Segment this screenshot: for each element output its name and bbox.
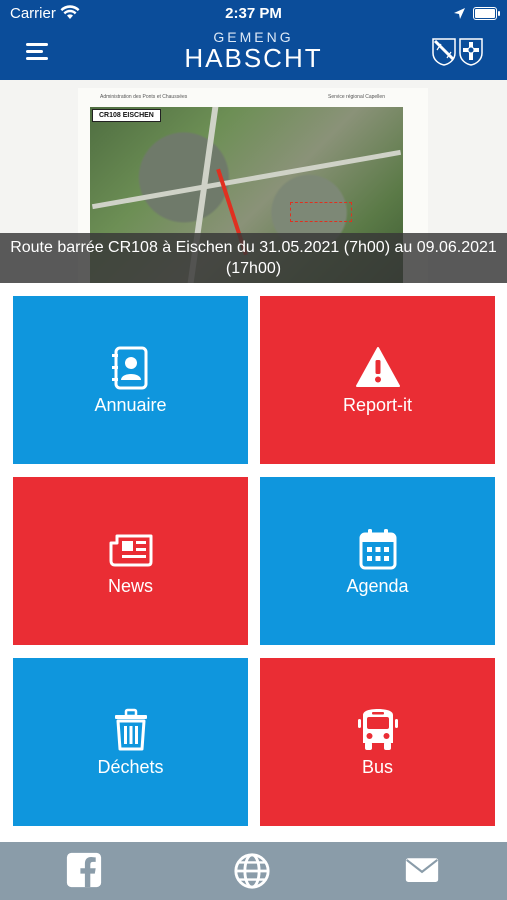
document-header-left: Administration des Ponts et Chaussées [100,94,188,100]
map-road [91,149,402,210]
globe-icon[interactable] [233,852,271,890]
municipal-crest-icon [432,38,456,66]
map-title: CR108 EISCHEN [92,109,161,122]
tile-news[interactable]: News [13,477,248,645]
location-arrow-icon [454,8,465,19]
tile-label: Annuaire [94,394,167,415]
newspaper-icon [109,534,152,566]
map-annotation [290,202,352,222]
address-book-icon [111,346,147,389]
status-time: 2:37 PM [225,5,282,22]
calendar-icon [359,528,396,569]
municipal-crest-icon [459,38,483,66]
document-header-right: Service régional Capellen [328,94,385,100]
tile-report-it[interactable]: Report-it [260,296,495,464]
app-header: Carrier 2:37 PM GEMENG HABSCHT [0,0,507,80]
facebook-icon[interactable] [66,852,102,888]
tile-agenda[interactable]: Agenda [260,477,495,645]
tile-label: Agenda [346,575,409,596]
brand-top-text: GEMENG [213,29,294,45]
banner-caption: Route barrée CR108 à Eischen du 31.05.20… [0,233,507,283]
tile-label: News [107,575,153,596]
battery-icon [473,7,500,20]
tile-dechets[interactable]: Déchets [13,658,248,826]
tile-label: Bus [361,756,394,777]
warning-icon [355,346,400,387]
app-logo: GEMENG HABSCHT [0,30,507,71]
tile-label: Report-it [342,394,413,415]
status-bar: Carrier 2:37 PM [0,0,507,28]
trash-icon [114,708,147,750]
bus-icon [357,708,398,750]
bottom-tab-bar [0,842,507,900]
mail-icon[interactable] [401,854,443,888]
tile-annuaire[interactable]: Annuaire [13,296,248,464]
brand-main-text: HABSCHT [184,43,323,73]
tile-label: Déchets [97,756,164,777]
news-banner[interactable]: Administration des Ponts et Chaussées Se… [0,80,507,283]
tile-bus[interactable]: Bus [260,658,495,826]
